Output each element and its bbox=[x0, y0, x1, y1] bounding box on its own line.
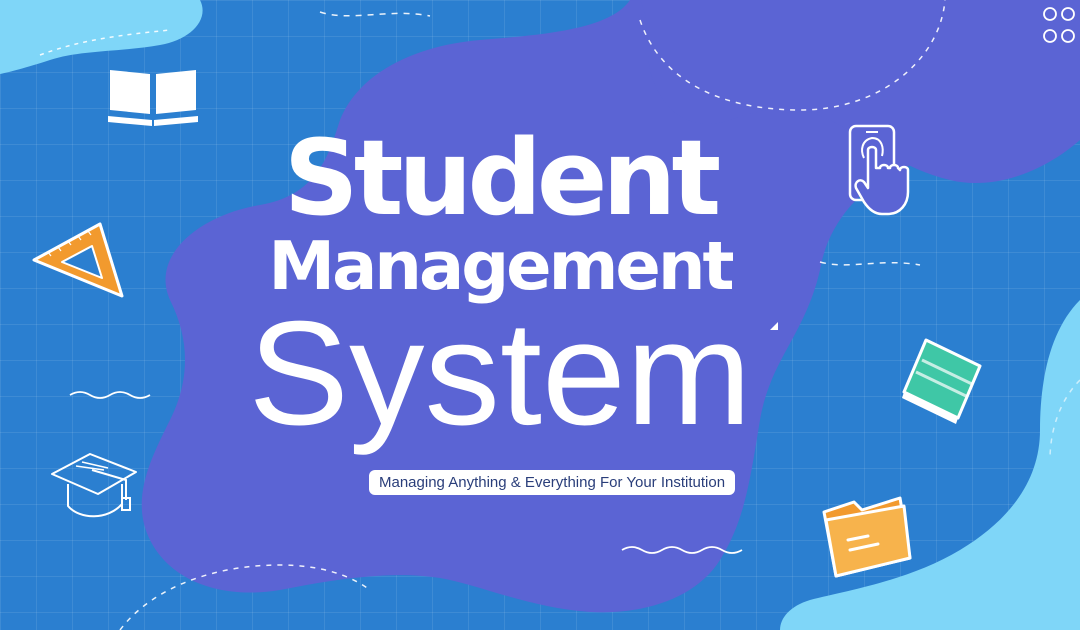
orange-folder-icon bbox=[822, 496, 912, 578]
green-book-icon bbox=[902, 338, 982, 424]
ruler-triangle-icon bbox=[32, 222, 124, 298]
light-blue-blob-top-left bbox=[0, 0, 203, 74]
mobile-touch-icon bbox=[848, 124, 910, 216]
title-system: System bbox=[248, 291, 752, 456]
open-book-icon bbox=[108, 70, 198, 126]
circles-grid-icon bbox=[1043, 7, 1075, 43]
banner: Student Management System Managing Anyth… bbox=[0, 0, 1080, 630]
tagline: Managing Anything & Everything For Your … bbox=[369, 470, 736, 495]
graduation-cap-icon bbox=[51, 453, 137, 518]
title-block: Student Management System bbox=[200, 117, 800, 448]
title-student: Student bbox=[283, 117, 721, 239]
